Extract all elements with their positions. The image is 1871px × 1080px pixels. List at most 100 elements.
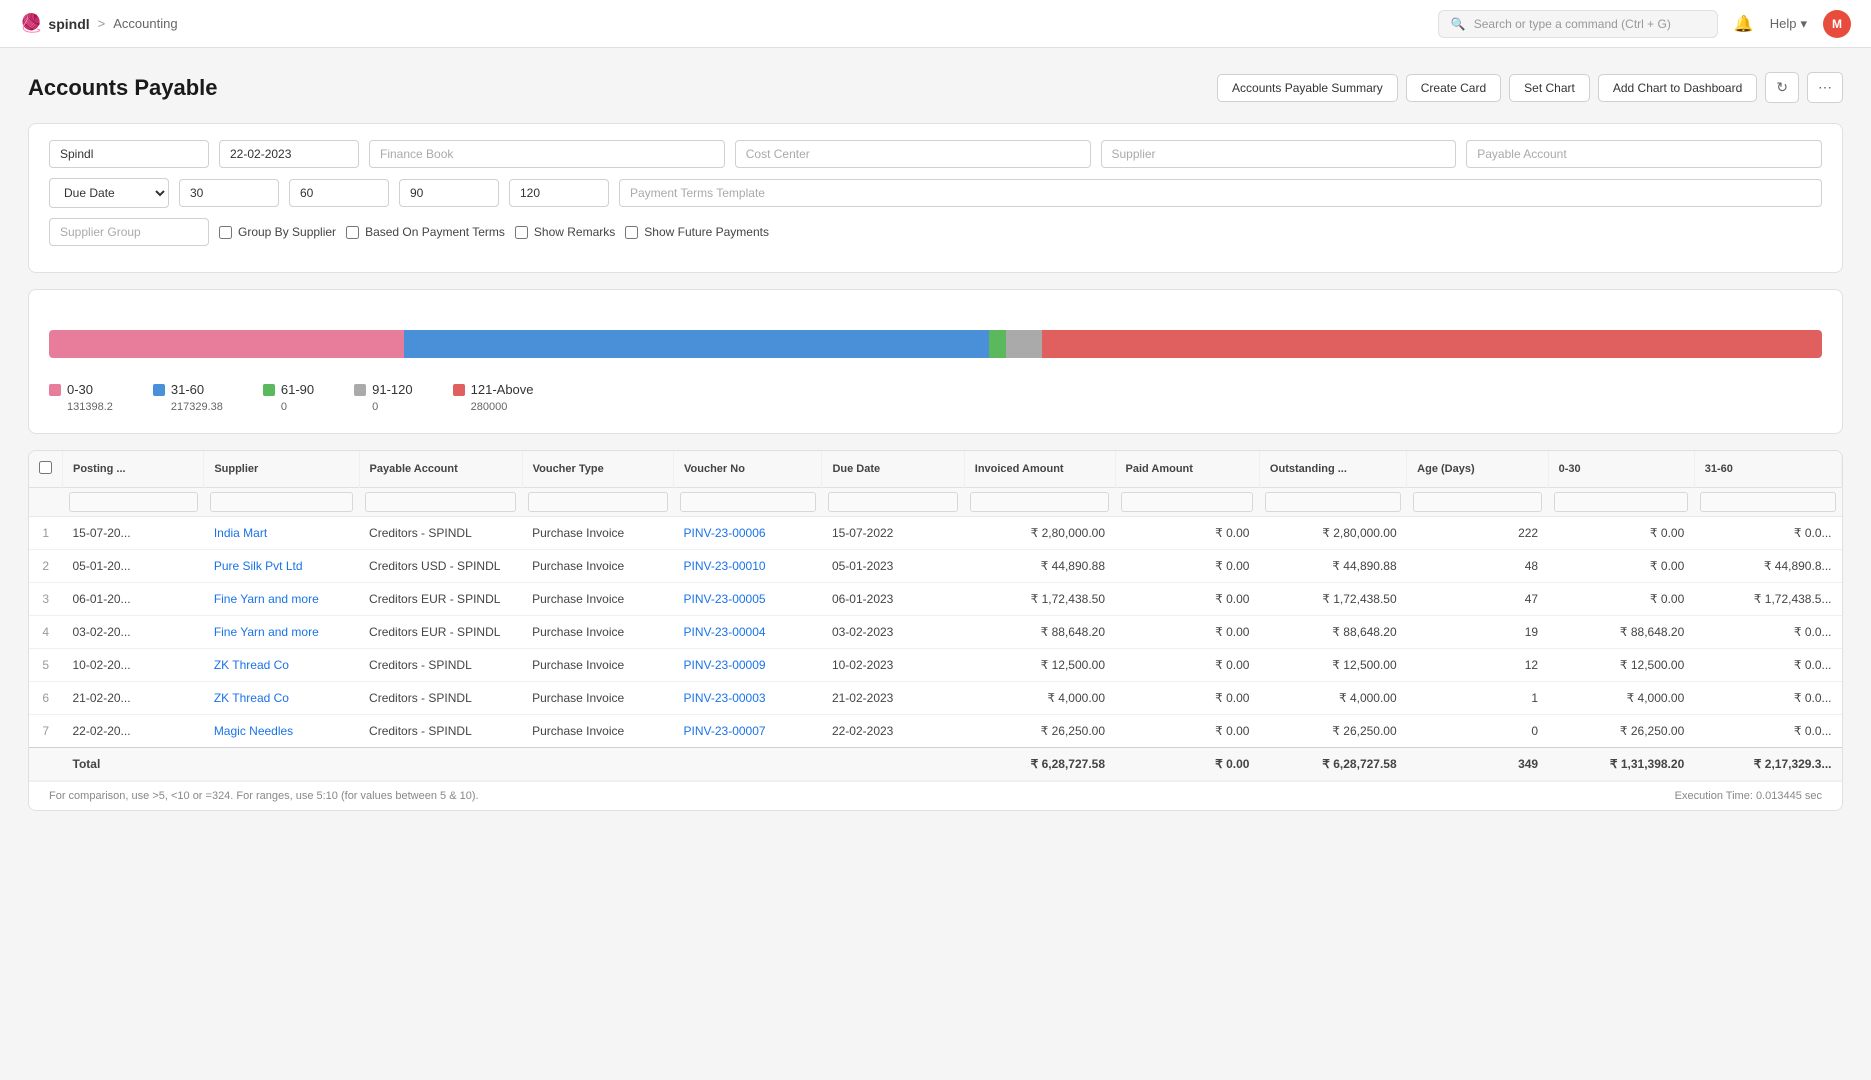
show-future-payments-checkbox-group[interactable]: Show Future Payments [625,225,769,239]
supplier-input[interactable] [1101,140,1457,168]
cell-voucher-no[interactable]: PINV-23-00005 [674,583,822,616]
range4-input[interactable] [509,179,609,207]
filter-supplier[interactable] [210,492,353,512]
legend-range-label: 91-120 [372,382,412,397]
cell-supplier[interactable]: Fine Yarn and more [204,583,359,616]
group-by-supplier-checkbox[interactable] [219,226,232,239]
show-future-payments-checkbox[interactable] [625,226,638,239]
cell-payable-account: Creditors - SPINDL [359,649,522,682]
supplier-group-input[interactable] [49,218,209,246]
logo[interactable]: 🧶 spindl [20,13,90,34]
table-row[interactable]: 4 03-02-20... Fine Yarn and more Credito… [29,616,1842,649]
legend-dot [453,384,465,396]
filter-outstanding[interactable] [1265,492,1400,512]
cell-voucher-no[interactable]: PINV-23-00009 [674,649,822,682]
table-row[interactable]: 5 10-02-20... ZK Thread Co Creditors - S… [29,649,1842,682]
help-label: Help [1770,16,1797,31]
finance-book-input[interactable] [369,140,725,168]
filter-invoiced[interactable] [970,492,1109,512]
chart-bar-container [49,330,1822,358]
cell-030: ₹ 0.00 [1548,583,1694,616]
col-outstanding: Outstanding ... [1259,451,1406,488]
cell-voucher-no[interactable]: PINV-23-00004 [674,616,822,649]
filter-3160[interactable] [1700,492,1835,512]
cell-supplier[interactable]: Pure Silk Pvt Ltd [204,550,359,583]
filter-due-date[interactable] [828,492,958,512]
cell-payable-account: Creditors - SPINDL [359,517,522,550]
bar-segment-91-120 [1006,330,1041,358]
cell-030: ₹ 26,250.00 [1548,715,1694,748]
date-input[interactable] [219,140,359,168]
table-row[interactable]: 3 06-01-20... Fine Yarn and more Credito… [29,583,1842,616]
cell-payable-account: Creditors EUR - SPINDL [359,583,522,616]
more-options-button[interactable]: ⋯ [1807,72,1843,103]
company-input[interactable] [49,140,209,168]
nav-right: 🔍 Search or type a command (Ctrl + G) 🔔 … [1438,10,1851,38]
ageing-based-on-select[interactable]: Due Date [49,178,169,208]
payment-terms-template-input[interactable] [619,179,1822,207]
refresh-button[interactable]: ↻ [1765,72,1799,103]
legend-range-label: 31-60 [171,382,204,397]
search-bar[interactable]: 🔍 Search or type a command (Ctrl + G) [1438,10,1718,38]
cell-voucher-no[interactable]: PINV-23-00003 [674,682,822,715]
cell-supplier[interactable]: ZK Thread Co [204,649,359,682]
cell-supplier[interactable]: Fine Yarn and more [204,616,359,649]
legend-dot [354,384,366,396]
cell-voucher-no[interactable]: PINV-23-00010 [674,550,822,583]
based-on-payment-terms-checkbox-group[interactable]: Based On Payment Terms [346,225,505,239]
legend-item-0-30: 0-30 131398.2 [49,382,113,413]
table-row[interactable]: 6 21-02-20... ZK Thread Co Creditors - S… [29,682,1842,715]
table-body: 1 15-07-20... India Mart Creditors - SPI… [29,517,1842,781]
cell-supplier[interactable]: ZK Thread Co [204,682,359,715]
filter-payable-account[interactable] [365,492,516,512]
notification-bell-icon[interactable]: 🔔 [1734,14,1754,34]
cell-payable-account: Creditors - SPINDL [359,682,522,715]
range3-input[interactable] [399,179,499,207]
show-remarks-checkbox-group[interactable]: Show Remarks [515,225,615,239]
logo-icon: 🧶 [20,13,42,34]
add-chart-to-dashboard-button[interactable]: Add Chart to Dashboard [1598,74,1757,102]
total-3160: ₹ 2,17,329.3... [1694,748,1841,781]
filter-voucher-type[interactable] [528,492,667,512]
total-row: Total ₹ 6,28,727.58 ₹ 0.00 ₹ 6,28,727.58… [29,748,1842,781]
range2-input[interactable] [289,179,389,207]
row-number: 3 [29,583,63,616]
group-by-supplier-label: Group By Supplier [238,225,336,239]
filter-paid[interactable] [1121,492,1253,512]
avatar[interactable]: M [1823,10,1851,38]
range1-input[interactable] [179,179,279,207]
filter-panel: Due Date Group By Supplier Based On Paym… [28,123,1843,273]
col-31-60: 31-60 [1694,451,1841,488]
cell-voucher-no[interactable]: PINV-23-00007 [674,715,822,748]
cell-paid: ₹ 0.00 [1115,616,1259,649]
help-button[interactable]: Help ▾ [1770,16,1807,32]
col-paid-amount: Paid Amount [1115,451,1259,488]
cell-paid: ₹ 0.00 [1115,517,1259,550]
footer-hint: For comparison, use >5, <10 or =324. For… [29,781,1842,810]
filter-age[interactable] [1413,492,1542,512]
table-row[interactable]: 1 15-07-20... India Mart Creditors - SPI… [29,517,1842,550]
show-remarks-checkbox[interactable] [515,226,528,239]
row-number: 6 [29,682,63,715]
cell-voucher-type: Purchase Invoice [522,583,673,616]
table-row[interactable]: 7 22-02-20... Magic Needles Creditors - … [29,715,1842,748]
filter-030[interactable] [1554,492,1688,512]
create-card-button[interactable]: Create Card [1406,74,1501,102]
select-all-checkbox[interactable] [39,461,52,474]
cell-supplier[interactable]: India Mart [204,517,359,550]
filter-voucher-no[interactable] [680,492,816,512]
breadcrumb-accounting[interactable]: Accounting [113,16,177,31]
cell-voucher-no[interactable]: PINV-23-00006 [674,517,822,550]
group-by-supplier-checkbox-group[interactable]: Group By Supplier [219,225,336,239]
cell-supplier[interactable]: Magic Needles [204,715,359,748]
payable-account-input[interactable] [1466,140,1822,168]
cell-030: ₹ 12,500.00 [1548,649,1694,682]
set-chart-button[interactable]: Set Chart [1509,74,1590,102]
accounts-payable-summary-button[interactable]: Accounts Payable Summary [1217,74,1398,102]
based-on-payment-terms-checkbox[interactable] [346,226,359,239]
table-row[interactable]: 2 05-01-20... Pure Silk Pvt Ltd Creditor… [29,550,1842,583]
legend-value: 0 [263,401,314,413]
cost-center-input[interactable] [735,140,1091,168]
filter-posting-date[interactable] [69,492,198,512]
col-invoiced-amount: Invoiced Amount [964,451,1115,488]
